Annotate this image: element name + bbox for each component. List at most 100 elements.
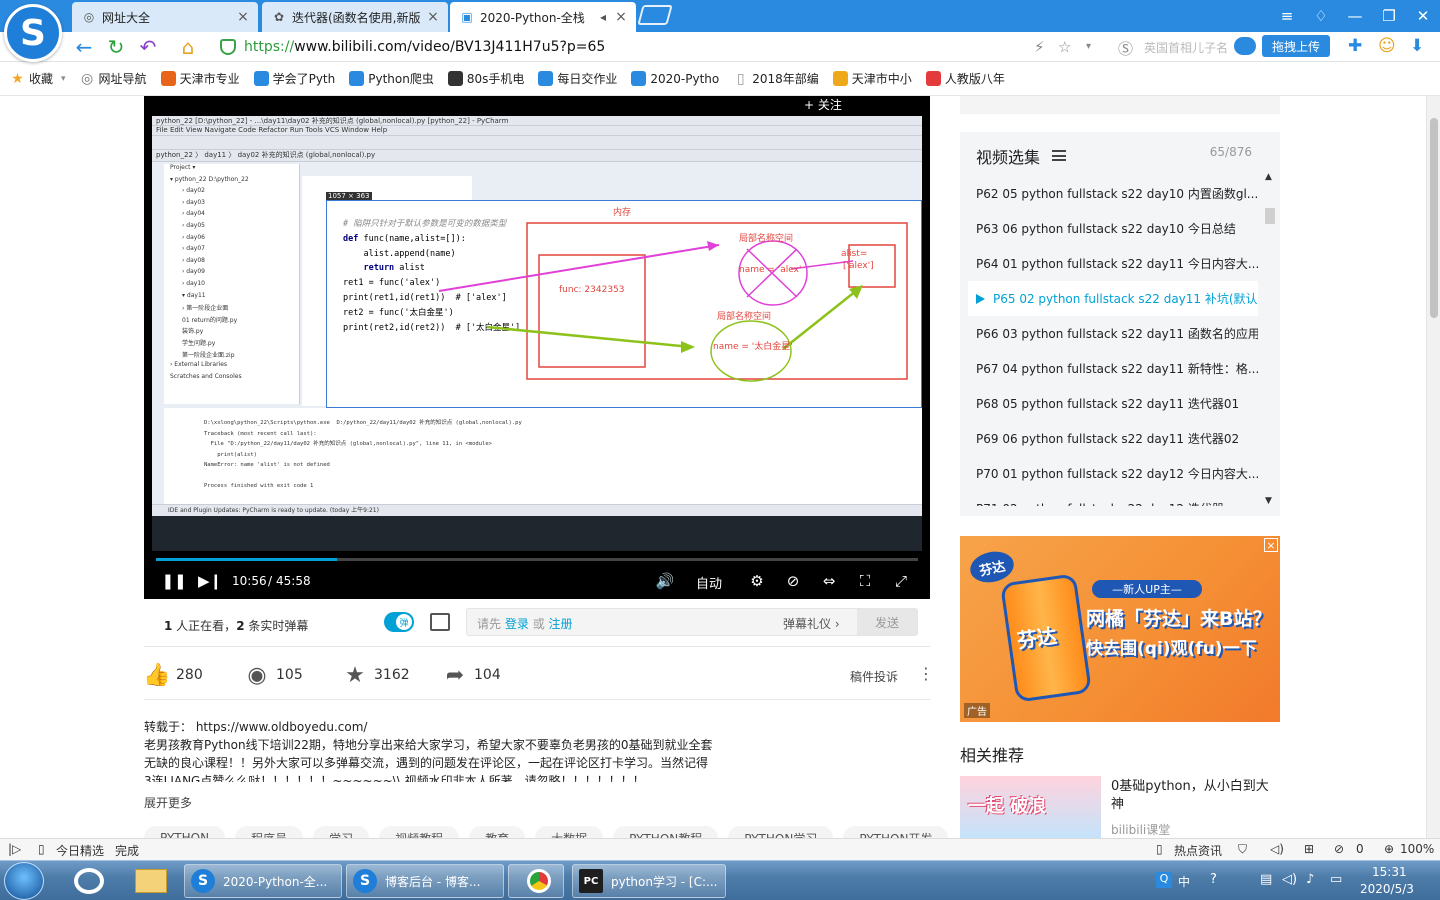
tag-chip[interactable]: 程序员 — [235, 826, 304, 838]
tab-url-directory[interactable]: ◎ 网址大全 × — [72, 2, 258, 32]
tag-chip[interactable]: PYTHON学习 — [728, 826, 834, 838]
search-engine-icon[interactable]: Ⓢ — [1118, 38, 1133, 59]
playlist-item[interactable]: P69 06 python fullstack s22 day11 迭代器02 — [968, 421, 1258, 456]
fullscreen-icon[interactable]: ⤢ — [890, 572, 912, 590]
bookmark-item[interactable]: 80s手机电 — [447, 70, 524, 87]
tag-chip[interactable]: PYTHON — [144, 826, 226, 838]
speaker-icon[interactable]: ◂ — [596, 10, 610, 24]
danmaku-etiquette-link[interactable]: 弹幕礼仪 › — [783, 615, 840, 632]
page-scroll-thumb[interactable] — [1430, 118, 1438, 318]
smiley-icon[interactable]: ☺ — [1378, 36, 1396, 56]
danmaku-off-icon[interactable]: ⊘ — [782, 572, 804, 590]
home-icon[interactable]: ⌂ — [176, 35, 200, 59]
progress-bar[interactable] — [156, 558, 918, 561]
search-hint[interactable]: 英国首相儿子名 — [1144, 39, 1228, 56]
chevron-down-icon[interactable]: ▾ — [61, 74, 66, 84]
list-icon[interactable] — [1052, 150, 1066, 161]
close-icon[interactable]: × — [426, 9, 440, 25]
close-icon[interactable]: × — [614, 9, 628, 25]
minimize-button[interactable]: — — [1344, 5, 1366, 27]
tag-chip[interactable]: 大数据 — [535, 826, 604, 838]
pause-icon[interactable]: ❚❚ — [161, 572, 186, 590]
adblock-icon[interactable]: ⊘ — [1334, 842, 1344, 856]
like-button[interactable]: 👍 280 — [143, 660, 202, 690]
bookmark-item[interactable]: 2020-Pytho — [631, 71, 719, 86]
bookmark-item[interactable]: 学会了Pyth — [253, 70, 335, 87]
drag-upload-button[interactable]: 拖拽上传 — [1262, 35, 1330, 57]
related-thumbnail[interactable]: 一起 破浪 — [960, 776, 1101, 838]
speaker-icon[interactable]: ♪ — [1306, 872, 1314, 887]
widescreen-icon[interactable]: ⇔ — [818, 572, 840, 590]
bookmark-item[interactable]: Python爬虫 — [349, 70, 434, 87]
volume-icon[interactable]: ◁) — [1270, 842, 1284, 856]
taskbar-task[interactable] — [508, 864, 564, 898]
clock-time[interactable]: 15:31 — [1372, 865, 1407, 879]
bookmark-item[interactable]: ▯ 2018年部编 — [733, 70, 819, 87]
playlist-scroll-thumb[interactable] — [1265, 208, 1275, 224]
restore-button[interactable]: ❐ — [1378, 5, 1400, 27]
related-video-title[interactable]: 0基础python，从小白到大神 — [1111, 778, 1281, 814]
fanta-ad-banner[interactable]: 芬达 芬达 —新人UP主— 网橘「芬达」来B站？ 快去围(qi)观(fu)一下 … — [960, 536, 1280, 722]
more-options-icon[interactable]: ⋮ — [918, 664, 934, 683]
favorite-button[interactable]: ★ 3162 — [342, 660, 410, 690]
sidebar-toggle-icon[interactable]: |▷ — [8, 842, 21, 856]
zoom-level[interactable]: 100% — [1400, 842, 1434, 856]
pinned-explorer[interactable] — [124, 864, 178, 898]
zoom-icon[interactable]: ⊕ — [1384, 842, 1394, 856]
scroll-up-icon[interactable]: ▲ — [1265, 172, 1272, 182]
screenshot-icon[interactable]: ⊞ — [1304, 842, 1314, 856]
cloud-icon[interactable] — [1234, 37, 1256, 55]
lightning-icon[interactable]: ⚡ — [1034, 38, 1045, 56]
page-scrollbar[interactable] — [1426, 96, 1440, 838]
tab-python-video[interactable]: ▣ 2020-Python-全栈 ◂ × — [450, 2, 636, 32]
tag-chip[interactable]: PYTHON开发 — [843, 826, 949, 838]
taskbar-task[interactable]: PC python学习 - [C:... — [572, 864, 726, 898]
pinned-cloud-app[interactable] — [62, 864, 116, 898]
playlist-item[interactable]: P71 02 python fullstack s22 day12 迭代器 — [968, 491, 1258, 506]
quality-auto-button[interactable]: 自动 — [696, 573, 722, 592]
ad-close-icon[interactable]: × — [1264, 538, 1278, 552]
taskbar-task[interactable]: S 2020-Python-全... — [184, 864, 342, 898]
tab-iterator-blog[interactable]: ✿ 迭代器(函数名使用,新版 × — [262, 2, 448, 32]
ime-indicator[interactable]: 中 — [1178, 873, 1190, 890]
settings-gear-icon[interactable]: ⚙ — [746, 572, 768, 590]
new-tab-button[interactable] — [637, 5, 673, 25]
danmaku-toggle[interactable]: 弹 — [384, 612, 414, 632]
web-fullscreen-icon[interactable]: ⛶ — [854, 572, 876, 590]
coin-button[interactable]: ◉ 105 — [244, 660, 302, 690]
skin-icon[interactable]: ♢ — [1310, 5, 1332, 27]
playlist-item[interactable]: P63 06 python fullstack s22 day10 今日总结 — [968, 211, 1258, 246]
start-button[interactable] — [4, 862, 44, 900]
back-icon[interactable]: ← — [72, 35, 96, 59]
playlist-item[interactable]: P67 04 python fullstack s22 day11 新特性：格.… — [968, 351, 1258, 386]
favorite-star-icon[interactable]: ☆ — [1058, 38, 1071, 56]
menu-icon[interactable]: ≡ — [1276, 5, 1298, 27]
volume-icon[interactable]: ◁) — [1282, 872, 1297, 887]
help-icon[interactable]: ? — [1210, 872, 1217, 887]
tag-chip[interactable]: 视频教程 — [379, 826, 460, 838]
download-icon[interactable]: ⬇ — [1410, 36, 1424, 56]
hot-news-link[interactable]: 热点资讯 — [1174, 842, 1222, 859]
send-danmaku-button[interactable]: 发送 — [857, 609, 917, 635]
tag-chip[interactable]: PYTHON教程 — [613, 826, 719, 838]
undo-close-icon[interactable]: ↶ — [136, 35, 160, 59]
share-button[interactable]: ➦ 104 — [442, 660, 501, 690]
next-icon[interactable]: ▶❙ — [198, 572, 222, 590]
playlist-item[interactable]: P62 05 python fullstack s22 day10 内置函数gl… — [968, 176, 1258, 211]
browser-logo[interactable]: S — [4, 4, 62, 62]
monitor-icon[interactable]: ▭ — [1330, 872, 1342, 887]
bookmark-item[interactable]: ★ 收藏 ▾ — [10, 70, 66, 87]
close-window-button[interactable]: ✕ — [1412, 5, 1434, 27]
expand-description-link[interactable]: 展开更多 — [144, 794, 192, 811]
bookmark-item[interactable]: 天津市中小 — [832, 70, 912, 87]
related-uploader[interactable]: bilibili课堂 — [1111, 821, 1170, 838]
shield-icon[interactable]: ⛉ — [1238, 842, 1247, 857]
clock-date[interactable]: 2020/5/3 — [1360, 882, 1414, 896]
danmaku-settings-icon[interactable] — [430, 613, 450, 631]
video-player[interactable]: + 关注 python_22 [D:\python_22] - ...\day1… — [144, 96, 930, 599]
volume-icon[interactable]: 🔊 — [654, 572, 676, 590]
tag-chip[interactable]: 学习 — [313, 826, 370, 838]
bookmark-item[interactable]: ◎ 网址导航 — [80, 70, 147, 87]
scroll-down-icon[interactable]: ▼ — [1265, 496, 1272, 506]
playlist-item[interactable]: P68 05 python fullstack s22 day11 迭代器01 — [968, 386, 1258, 421]
